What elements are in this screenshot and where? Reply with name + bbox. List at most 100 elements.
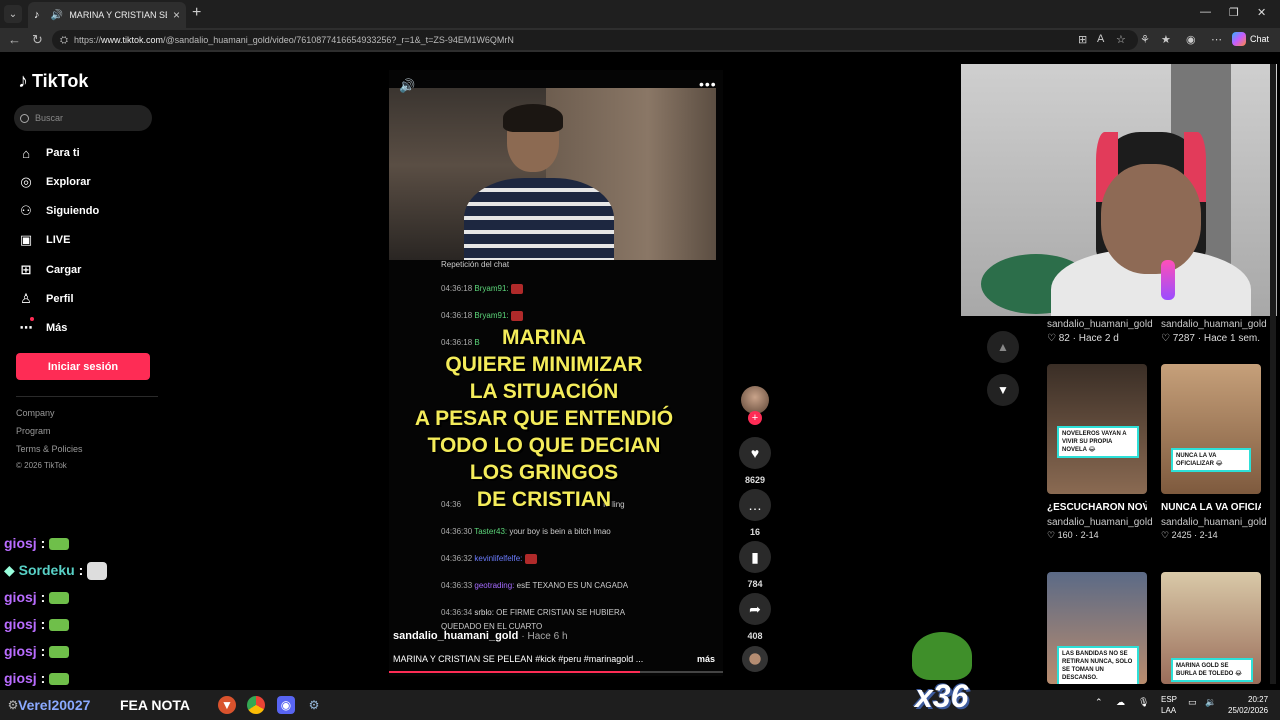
rec-more-icon[interactable]: ⋮ xyxy=(1141,500,1151,511)
next-video-button[interactable]: ▼ xyxy=(987,374,1019,406)
video-progress-fill xyxy=(389,671,640,673)
comment-action[interactable]: … 16 xyxy=(738,489,772,537)
rec-card[interactable]: MARINA GOLD SE BURLA DE TOLEDO 😂 xyxy=(1161,572,1261,684)
brave-icon[interactable]: ▼ xyxy=(218,696,236,714)
rec-card[interactable]: NUNCA LA VA OFICIALIZAR 😂 NUNCA LA VA OF… xyxy=(1161,364,1267,541)
nav-label: Perfil xyxy=(46,293,74,305)
language-indicator[interactable]: ESP LAA xyxy=(1161,694,1177,716)
music-disc-icon[interactable] xyxy=(742,646,768,672)
app-available-icon[interactable]: ⊞ xyxy=(1078,33,1087,46)
footer-program-link[interactable]: Program xyxy=(16,426,51,436)
emote-icon xyxy=(49,592,70,605)
taskbar-clock[interactable]: 20:27 25/02/2026 xyxy=(1228,694,1268,716)
search-box[interactable] xyxy=(14,105,152,131)
live-icon: ▣ xyxy=(19,232,33,247)
heart-outline-icon: ♡ xyxy=(1047,530,1056,540)
volume-icon[interactable]: 🔊 xyxy=(399,78,415,94)
heart-icon[interactable]: ♥ xyxy=(739,437,771,469)
mic-icon[interactable]: 🎙 xyxy=(1138,697,1149,708)
rec-badge: NOVELEROS VAYAN A VIVIR SU PROPIA NOVELA… xyxy=(1057,426,1139,458)
nav-para-ti[interactable]: ⌂ Para ti xyxy=(18,145,80,161)
rec-user[interactable]: sandalio_huamani_gold xyxy=(1047,517,1153,528)
favorites-icon[interactable]: ★ xyxy=(1161,33,1171,46)
nav-label: Más xyxy=(46,322,68,334)
nav-perfil[interactable]: ♙ Perfil xyxy=(18,291,74,307)
discord-icon[interactable]: ◉ xyxy=(277,696,295,714)
browser-tab-bar: ⌄ ♪ 🔊 MARINA Y CRISTIAN SE PELEAN × + — … xyxy=(0,0,1280,28)
nav-explorar[interactable]: ◎ Explorar xyxy=(18,174,90,190)
nav-mas[interactable]: ⋯ Más xyxy=(18,317,68,336)
favorite-star-icon[interactable]: ☆ xyxy=(1116,33,1126,46)
chrome-icon[interactable] xyxy=(247,696,265,714)
copilot-chat-button[interactable]: Chat xyxy=(1232,32,1269,46)
browser-tab-active[interactable]: ♪ 🔊 MARINA Y CRISTIAN SE PELEAN × xyxy=(28,2,186,28)
url-bar[interactable]: ⛭ https://www.tiktok.com/@sandalio_huama… xyxy=(52,30,1138,50)
nav-cargar[interactable]: ⊞ Cargar xyxy=(18,262,82,278)
tray-expand-icon[interactable]: ⌃ xyxy=(1095,697,1103,708)
close-window-icon[interactable]: ✕ xyxy=(1257,6,1266,19)
refresh-icon[interactable]: ↻ xyxy=(32,32,43,48)
share-action[interactable]: ➦ 408 xyxy=(738,593,772,641)
like-action[interactable]: ♥ 8629 xyxy=(738,437,772,485)
previous-video-button[interactable]: ▲ xyxy=(987,331,1019,363)
footer-company-link[interactable]: Company xyxy=(16,408,55,418)
network-icon[interactable]: ▭ xyxy=(1188,697,1197,708)
tiktok-logo[interactable]: ♪ TikTok xyxy=(18,70,88,93)
translate-icon[interactable]: A xyxy=(1097,33,1104,45)
video-subject xyxy=(459,104,614,260)
profile-icon: ♙ xyxy=(20,291,32,306)
tiktok-favicon-icon: ♪ xyxy=(34,9,40,21)
chevron-up-icon: ▲ xyxy=(997,340,1009,354)
heart-outline-icon: ♡ xyxy=(1161,530,1170,540)
rec-meta: ♡ 160 · 2-14 xyxy=(1047,530,1099,540)
notification-dot xyxy=(30,317,34,321)
back-icon[interactable]: ← xyxy=(8,32,21,47)
profile-avatar-icon[interactable]: ◉ xyxy=(1186,33,1196,46)
new-tab-icon[interactable]: + xyxy=(192,4,201,22)
follow-plus-icon[interactable]: + xyxy=(748,411,762,425)
recommendations-scrollbar[interactable] xyxy=(1270,64,1276,684)
rec-card[interactable]: NOVELEROS VAYAN A VIVIR SU PROPIA NOVELA… xyxy=(1047,364,1153,541)
emote-icon xyxy=(49,538,70,551)
rec-thumbnail[interactable]: MARINA GOLD SE BURLA DE TOLEDO 😂 xyxy=(1161,572,1261,684)
search-input[interactable] xyxy=(35,113,135,123)
rec-thumbnail[interactable]: NUNCA LA VA OFICIALIZAR 😂 xyxy=(1161,364,1261,494)
video-frame xyxy=(389,88,716,260)
login-button[interactable]: Iniciar sesión xyxy=(16,353,150,380)
nav-siguiendo[interactable]: ⚇ Siguiendo xyxy=(18,203,99,219)
save-action[interactable]: ▮ 784 xyxy=(738,541,772,589)
bookmark-icon[interactable]: ▮ xyxy=(739,541,771,573)
following-icon: ⚇ xyxy=(20,203,32,218)
tab-audio-icon[interactable]: 🔊 xyxy=(51,10,63,21)
cloud-icon[interactable]: ☁ xyxy=(1116,697,1125,708)
close-tab-icon[interactable]: × xyxy=(173,8,180,22)
creator-avatar[interactable] xyxy=(741,386,769,414)
emote-icon xyxy=(49,619,70,632)
tab-actions-menu-icon[interactable]: ⌄ xyxy=(4,5,22,23)
restore-icon[interactable]: ❐ xyxy=(1229,6,1239,19)
rec-user[interactable]: sandalio_huamani_gold xyxy=(1161,319,1267,330)
settings-more-icon[interactable]: ⋯ xyxy=(1211,33,1222,46)
comment-icon[interactable]: … xyxy=(739,489,771,521)
video-author[interactable]: sandalio_huamani_gold · Hace 6 h xyxy=(393,630,568,642)
rec-thumbnail[interactable]: NOVELEROS VAYAN A VIVIR SU PROPIA NOVELA… xyxy=(1047,364,1147,494)
rec-meta: ♡ 82 · Hace 2 d xyxy=(1047,333,1119,344)
video-more-icon[interactable]: ••• xyxy=(699,76,717,92)
volume-tray-icon[interactable]: 🔉 xyxy=(1205,697,1216,708)
steam-icon[interactable]: ⚙ xyxy=(305,696,323,714)
video-progress-bar[interactable] xyxy=(389,671,723,673)
rec-user[interactable]: sandalio_huamani_gold xyxy=(1161,517,1267,528)
rec-meta: ♡ 7287 · Hace 1 sem. xyxy=(1161,333,1261,344)
site-info-icon[interactable]: ⛭ xyxy=(60,35,68,46)
share-icon[interactable]: ➦ xyxy=(739,593,771,625)
rec-card[interactable]: LAS BANDIDAS NO SE RETIRAN NUNCA, SOLO S… xyxy=(1047,572,1147,684)
description-more-link[interactable]: más xyxy=(697,654,715,664)
rec-user[interactable]: sandalio_huamani_gold xyxy=(1047,319,1153,330)
extension-icon[interactable]: ⚘ xyxy=(1140,33,1150,46)
frog-emote-icon xyxy=(912,632,972,680)
nav-live[interactable]: ▣ LIVE xyxy=(18,232,71,248)
video-player[interactable]: 🔊 ••• Repetición del chat 04:36:18 Bryam… xyxy=(389,70,723,676)
rec-thumbnail[interactable]: LAS BANDIDAS NO SE RETIRAN NUNCA, SOLO S… xyxy=(1047,572,1147,684)
footer-terms-link[interactable]: Terms & Policies xyxy=(16,444,83,454)
minimize-icon[interactable]: — xyxy=(1200,6,1211,18)
